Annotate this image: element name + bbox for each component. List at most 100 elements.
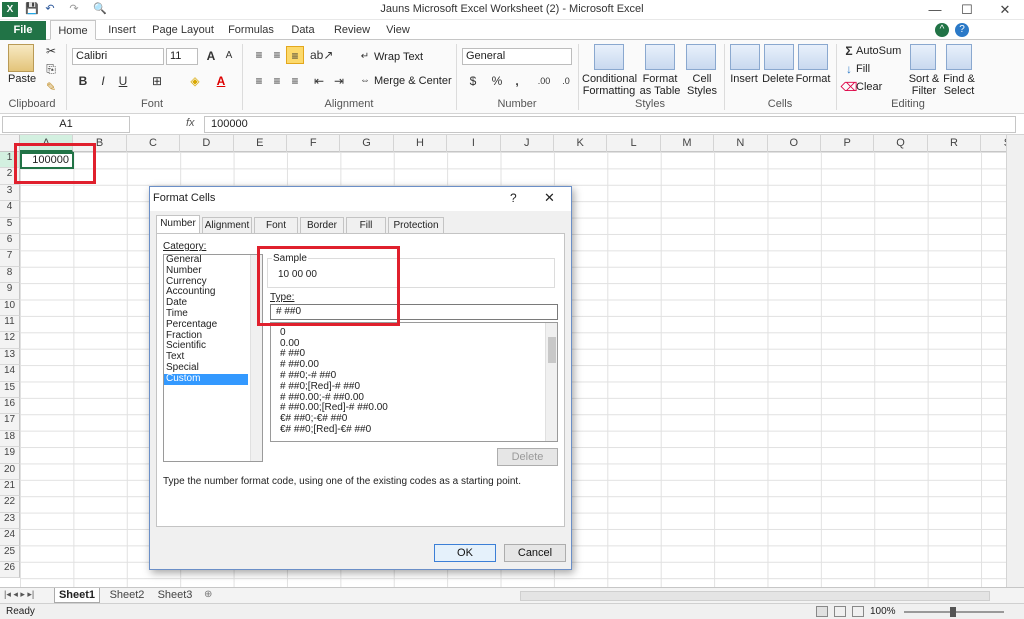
merge-center-icon[interactable]: ⇔ <box>356 72 374 90</box>
column-header-h[interactable]: H <box>394 135 448 152</box>
column-header-e[interactable]: E <box>234 135 287 152</box>
page-break-view-icon[interactable] <box>852 606 864 617</box>
paste-icon[interactable] <box>8 44 34 72</box>
column-header-d[interactable]: D <box>180 135 234 152</box>
row-header-21[interactable]: 21 <box>0 480 20 497</box>
increase-decimal-icon[interactable]: .00 <box>534 72 554 90</box>
delete-cells-button[interactable]: Delete <box>760 73 796 85</box>
row-header-23[interactable]: 23 <box>0 512 20 530</box>
category-item[interactable]: Percentage <box>164 319 262 331</box>
clear-button[interactable]: Clear <box>856 81 882 93</box>
format-code-scrollbar[interactable] <box>545 323 557 441</box>
column-header-c[interactable]: C <box>127 135 181 152</box>
tab-data[interactable]: Data <box>286 20 320 40</box>
row-header-18[interactable]: 18 <box>0 430 20 448</box>
row-header-8[interactable]: 8 <box>0 266 20 284</box>
format-as-table-label-2[interactable]: as Table <box>638 85 682 97</box>
minimize-ribbon-icon[interactable]: ^ <box>935 23 949 37</box>
cell-styles-icon[interactable] <box>686 44 716 70</box>
dialog-tab-alignment[interactable]: Alignment <box>202 217 252 233</box>
column-header-r[interactable]: R <box>928 135 982 152</box>
horizontal-scrollbar[interactable] <box>520 591 990 601</box>
format-code-scroll-thumb[interactable] <box>548 337 556 363</box>
row-header-24[interactable]: 24 <box>0 529 20 546</box>
normal-view-icon[interactable] <box>816 606 828 617</box>
column-header-i[interactable]: I <box>447 135 501 152</box>
category-item[interactable]: Number <box>164 265 262 277</box>
row-header-4[interactable]: 4 <box>0 201 20 218</box>
format-code-item[interactable]: €# ##0;[Red]-€# ##0 <box>271 424 557 436</box>
paste-button[interactable]: Paste <box>8 73 36 85</box>
tab-file[interactable]: File <box>0 21 46 40</box>
number-format-select[interactable]: General <box>462 48 572 65</box>
conditional-formatting-label-2[interactable]: Formatting <box>582 85 636 97</box>
dialog-tab-protection[interactable]: Protection <box>388 217 444 233</box>
column-header-f[interactable]: F <box>287 135 341 152</box>
increase-indent-icon[interactable]: ⇥ <box>330 72 348 90</box>
ok-button[interactable]: OK <box>434 544 496 562</box>
column-header-l[interactable]: L <box>607 135 661 152</box>
percent-icon[interactable]: % <box>488 72 506 90</box>
row-header-20[interactable]: 20 <box>0 463 20 480</box>
fill-button[interactable]: Fill <box>856 63 870 75</box>
delete-format-button[interactable]: Delete <box>497 448 558 466</box>
new-sheet-icon[interactable]: ⊕ <box>204 589 212 600</box>
row-header-5[interactable]: 5 <box>0 217 20 234</box>
row-header-6[interactable]: 6 <box>0 234 20 251</box>
row-header-11[interactable]: 11 <box>0 316 20 333</box>
format-as-table-label[interactable]: Format <box>638 73 682 85</box>
borders-icon[interactable]: ⊞ <box>148 72 166 90</box>
column-header-n[interactable]: N <box>714 135 768 152</box>
align-middle-icon[interactable]: ≡ <box>268 46 286 64</box>
category-list[interactable]: General Number Currency Accounting Date Time P… <box>163 254 263 462</box>
row-header-9[interactable]: 9 <box>0 283 20 300</box>
row-header-26[interactable]: 26 <box>0 562 20 579</box>
orientation-icon[interactable]: ab↗ <box>310 46 333 64</box>
shrink-font-icon[interactable]: A <box>220 47 238 65</box>
grow-font-icon[interactable]: A <box>202 47 220 65</box>
format-code-item[interactable]: 0.00 <box>271 338 557 350</box>
align-top-icon[interactable]: ≡ <box>250 46 268 64</box>
find-select-label[interactable]: Find & <box>940 73 978 85</box>
sheet-tab-sheet3[interactable]: Sheet3 <box>152 588 198 603</box>
cancel-button[interactable]: Cancel <box>504 544 566 562</box>
minimize-button[interactable]: — <box>918 0 952 20</box>
vertical-scrollbar[interactable] <box>1006 135 1024 587</box>
tab-insert[interactable]: Insert <box>102 20 142 40</box>
dialog-close-button[interactable]: ✕ <box>544 190 555 206</box>
find-select-icon[interactable] <box>946 44 972 70</box>
category-item[interactable]: Custom <box>164 373 248 385</box>
autosum-button[interactable]: AutoSum <box>856 45 901 57</box>
tab-page-layout[interactable]: Page Layout <box>150 20 216 40</box>
format-cells-button[interactable]: Format <box>794 73 832 85</box>
font-size-select[interactable]: 11 <box>166 48 198 65</box>
tab-review[interactable]: Review <box>330 20 374 40</box>
row-header-25[interactable]: 25 <box>0 545 20 562</box>
sort-filter-label[interactable]: Sort & <box>906 73 942 85</box>
sheet-tab-sheet2[interactable]: Sheet2 <box>104 588 150 603</box>
conditional-formatting-icon[interactable] <box>594 44 624 70</box>
format-as-table-icon[interactable] <box>645 44 675 70</box>
help-icon[interactable]: ? <box>955 23 969 37</box>
tab-formulas[interactable]: Formulas <box>224 20 278 40</box>
sheet-tab-sheet1[interactable]: Sheet1 <box>54 588 100 603</box>
merge-center-button[interactable]: Merge & Center <box>374 75 452 87</box>
tab-view[interactable]: View <box>382 20 414 40</box>
row-header-3[interactable]: 3 <box>0 184 20 202</box>
close-window-button[interactable]: ✕ <box>988 0 1022 20</box>
column-header-q[interactable]: Q <box>874 135 928 152</box>
fill-color-icon[interactable]: ◈ <box>186 72 204 90</box>
column-header-g[interactable]: G <box>340 135 394 152</box>
row-header-16[interactable]: 16 <box>0 398 20 415</box>
formula-input[interactable]: 100000 <box>204 116 1016 133</box>
column-header-m[interactable]: M <box>661 135 715 152</box>
italic-button[interactable]: I <box>94 72 112 90</box>
insert-cells-icon[interactable] <box>730 44 760 70</box>
insert-cells-button[interactable]: Insert <box>726 73 762 85</box>
sheet-nav-arrows-icon[interactable]: |◂ ◂ ▸ ▸| <box>4 589 34 600</box>
row-header-14[interactable]: 14 <box>0 365 20 382</box>
zoom-slider-thumb[interactable] <box>950 607 956 617</box>
underline-button[interactable]: U <box>114 72 132 90</box>
bold-button[interactable]: B <box>74 72 92 90</box>
page-layout-view-icon[interactable] <box>834 606 846 617</box>
